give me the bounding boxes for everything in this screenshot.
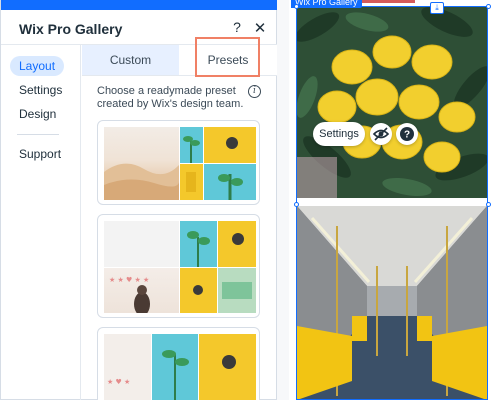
download-icon[interactable]: ⤓	[430, 2, 444, 14]
preset-thumbnail-yellow-door	[199, 334, 256, 400]
preset-thumbnail-green	[218, 268, 256, 313]
gallery-settings-panel: Wix Pro Gallery ? ✕ Layout Settings Desi…	[0, 0, 278, 400]
help-icon[interactable]: ?	[228, 19, 246, 35]
preset-thumbnail-yellow-door	[218, 221, 256, 267]
layout-tabs: Custom Presets	[82, 45, 277, 76]
sidebar-item-support[interactable]: Support	[10, 144, 70, 164]
sidebar-divider	[17, 134, 59, 135]
preset-thumbnail-yellow-door	[204, 127, 256, 163]
gallery-settings-button[interactable]: Settings	[313, 122, 365, 146]
sidebar-item-settings[interactable]: Settings	[10, 80, 71, 100]
gallery-selection-frame[interactable]	[296, 6, 488, 400]
preset-thumbnail-plant	[180, 221, 217, 267]
info-icon[interactable]: i	[248, 85, 261, 98]
preset-card[interactable]: ★ ♥ ★	[97, 327, 260, 400]
resize-handle-right[interactable]	[486, 202, 491, 207]
preset-thumbnail-plant	[180, 127, 203, 163]
tab-presets[interactable]: Presets	[179, 45, 277, 75]
question-icon[interactable]: ?	[396, 123, 418, 145]
gallery-component-label[interactable]: Wix Pro Gallery	[291, 0, 362, 8]
resize-handle-top-right[interactable]	[486, 4, 491, 9]
panel-top-bar	[1, 0, 278, 10]
panel-header[interactable]: Wix Pro Gallery ? ✕	[1, 10, 278, 45]
close-icon[interactable]: ✕	[251, 19, 269, 37]
presets-description: Choose a readymade preset created by Wix…	[97, 85, 244, 110]
panel-sidebar: Layout Settings Design Support	[1, 45, 81, 400]
preset-card[interactable]: ★ ★ ♥ ★ ★	[97, 214, 260, 318]
preset-thumbnail-desert	[104, 127, 179, 200]
sidebar-item-design[interactable]: Design	[10, 104, 65, 124]
eye-off-icon[interactable]	[370, 123, 392, 145]
resize-handle-left[interactable]	[294, 202, 299, 207]
preset-thumbnail-yellow	[180, 164, 203, 200]
preset-card[interactable]	[97, 120, 260, 205]
preset-thumbnail-cactus	[204, 164, 256, 200]
canvas-top-element	[355, 0, 415, 3]
preset-thumbnail-light: ★ ♥ ★	[104, 334, 151, 400]
preset-thumbnail-woman: ★ ★ ♥ ★ ★	[104, 268, 179, 313]
tab-custom[interactable]: Custom	[82, 45, 179, 75]
svg-text:★ ♥ ★: ★ ♥ ★	[107, 378, 130, 386]
resize-handle-top-left[interactable]	[294, 4, 299, 9]
svg-text:?: ?	[404, 130, 410, 141]
preset-thumbnail-blank	[104, 221, 179, 267]
preset-thumbnail-yellow	[180, 268, 217, 313]
panel-title: Wix Pro Gallery	[19, 21, 123, 37]
svg-text:★ ★ ♥ ★ ★: ★ ★ ♥ ★ ★	[109, 276, 149, 284]
preset-thumbnail-plant	[152, 334, 198, 400]
sidebar-item-layout[interactable]: Layout	[10, 56, 65, 76]
